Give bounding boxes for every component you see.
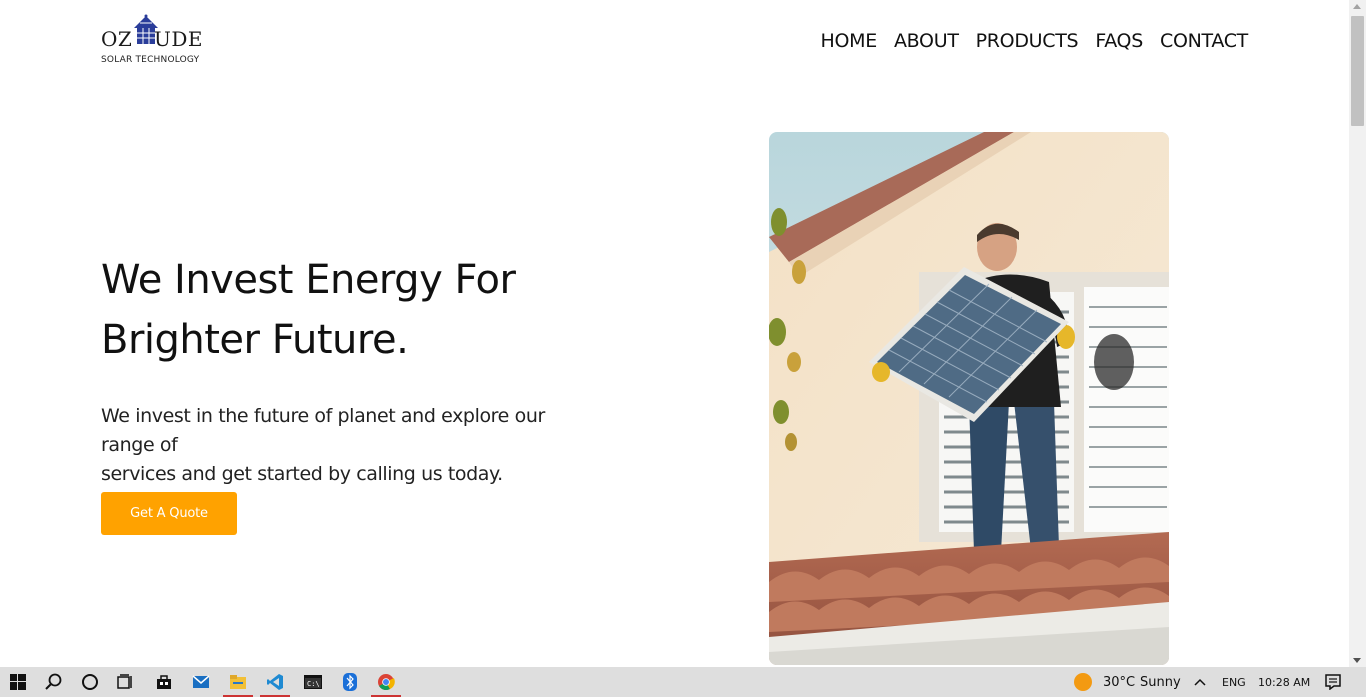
- hero-text-line2: services and get started by calling us t…: [101, 463, 503, 485]
- logo-subtitle: SOLAR TECHNOLOGY: [101, 55, 200, 65]
- store-icon[interactable]: [146, 667, 182, 697]
- search-icon[interactable]: [36, 667, 72, 697]
- nav-contact[interactable]: CONTACT: [1160, 30, 1248, 52]
- browser-viewport: OZ UDE SOLAR TECHNOLOGY HOME ABOUT PRODU…: [0, 0, 1349, 667]
- weather-sun-icon[interactable]: [1066, 667, 1100, 697]
- vertical-scrollbar[interactable]: [1349, 0, 1366, 667]
- chrome-icon[interactable]: [368, 667, 404, 697]
- weather-desc[interactable]: Sunny: [1140, 675, 1181, 690]
- weather-temp[interactable]: 30°C: [1103, 675, 1135, 690]
- nav-about[interactable]: ABOUT: [894, 30, 959, 52]
- language-indicator[interactable]: ENG: [1222, 676, 1246, 689]
- hero-image: [769, 132, 1169, 665]
- hero-title: We Invest Energy For Brighter Future.: [101, 250, 661, 370]
- hero-description: We invest in the future of planet and ex…: [101, 402, 601, 489]
- logo-text-right: UDE: [154, 27, 203, 51]
- vscode-icon[interactable]: [257, 667, 293, 697]
- site-logo[interactable]: OZ UDE SOLAR TECHNOLOGY: [101, 14, 221, 70]
- hero-text-line1: We invest in the future of planet and ex…: [101, 405, 545, 456]
- scroll-down-arrow-icon[interactable]: [1353, 658, 1361, 663]
- scroll-thumb[interactable]: [1351, 16, 1364, 126]
- solar-installer-photo: [769, 132, 1169, 665]
- get-quote-button[interactable]: Get A Quote: [101, 492, 237, 535]
- hero-title-line2: Brighter Future.: [101, 317, 409, 363]
- hero-title-line1: We Invest Energy For: [101, 257, 516, 303]
- mail-icon[interactable]: [183, 667, 219, 697]
- windows-taskbar: C:\ 30°C Sunny ENG 10:28 AM: [0, 667, 1366, 697]
- cortana-icon[interactable]: [72, 667, 108, 697]
- nav-products[interactable]: PRODUCTS: [976, 30, 1079, 52]
- bluetooth-icon[interactable]: [332, 667, 368, 697]
- windows-start-icon[interactable]: [0, 667, 36, 697]
- svg-text:C:\: C:\: [307, 680, 320, 688]
- clock[interactable]: 10:28 AM: [1258, 676, 1310, 689]
- logo-text-left: OZ: [101, 27, 133, 51]
- main-nav: HOME ABOUT PRODUCTS FAQS CONTACT: [821, 30, 1249, 52]
- nav-home[interactable]: HOME: [821, 30, 878, 52]
- task-view-icon[interactable]: [108, 667, 144, 697]
- terminal-icon[interactable]: C:\: [295, 667, 331, 697]
- file-explorer-icon[interactable]: [220, 667, 256, 697]
- scroll-up-arrow-icon[interactable]: [1353, 4, 1361, 9]
- nav-faqs[interactable]: FAQS: [1095, 30, 1143, 52]
- notification-icon[interactable]: [1315, 667, 1351, 697]
- chevron-up-icon[interactable]: [1183, 667, 1217, 697]
